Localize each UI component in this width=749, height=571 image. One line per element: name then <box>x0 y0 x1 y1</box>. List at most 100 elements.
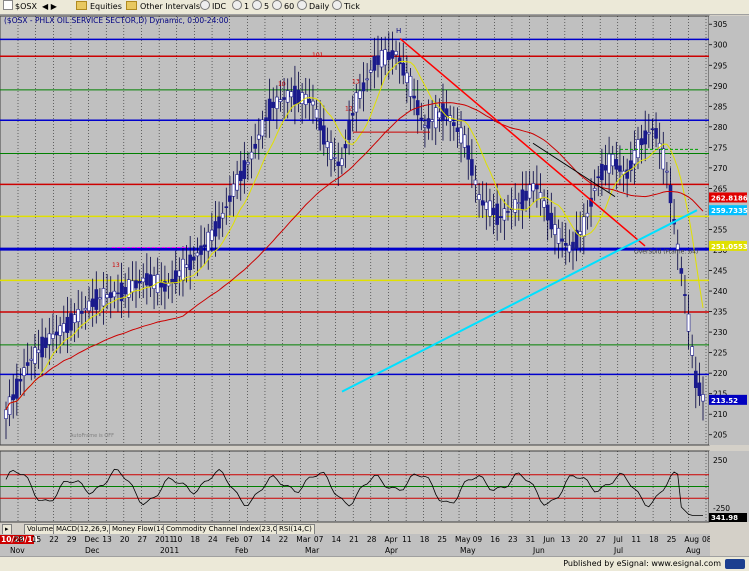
candle-body <box>535 184 539 190</box>
x-month-label: Feb <box>235 546 249 555</box>
candle-body <box>553 224 557 235</box>
x-tick-label: 07 <box>243 535 253 544</box>
indicator-tabs: ▸ Volume MACD(12,26,9,C) Money Flow(14) … <box>0 524 749 535</box>
x-month-label: Nov <box>10 546 25 555</box>
candle-body <box>545 204 550 221</box>
x-tick-label: Dec <box>85 535 100 544</box>
x-tick-label: May <box>455 535 471 544</box>
x-tick-label: 10 <box>173 535 183 544</box>
price-chart[interactable]: 13 13 101 12 10 OverSold (Frame: 64) AutoFrame… <box>0 14 749 524</box>
candle-body <box>379 50 384 68</box>
candle-body <box>43 337 48 348</box>
candle-body <box>488 200 492 217</box>
candle-body <box>332 157 337 159</box>
candle-body <box>191 256 196 261</box>
interval-tick[interactable]: Tick <box>332 0 360 14</box>
interval-daily[interactable]: Daily <box>297 0 329 14</box>
arrow-left-icon[interactable]: ◀ <box>42 2 48 11</box>
x-tick-label: 07 <box>314 535 324 544</box>
candle-body <box>40 336 44 358</box>
indicator-tick-label: -250 <box>713 504 730 513</box>
candle-body <box>112 290 117 298</box>
status-bar: Published by eSignal: www.esignal.com <box>0 556 749 571</box>
interval-icon <box>272 0 282 10</box>
candle-body <box>246 162 250 165</box>
y-tick-label: 240 <box>713 287 728 296</box>
other-intervals-menu[interactable]: Other Intervals <box>126 0 200 14</box>
nav-arrows[interactable]: ◀ ▶ <box>42 0 57 14</box>
x-tick-label: Jul <box>613 535 623 544</box>
candle-body <box>473 179 478 185</box>
candle-body <box>15 378 19 399</box>
sequential-count: 101 <box>312 52 324 59</box>
candle-body <box>249 151 254 160</box>
y-tick-label: 245 <box>713 267 728 276</box>
candle-body <box>224 206 229 209</box>
candle-body <box>177 270 182 277</box>
symbol-field[interactable]: $OSX <box>3 0 37 14</box>
candle-body <box>137 280 142 284</box>
date-axis: 10/29/1008 15 22 29 Dec 13 20 27 201110 18 24 Feb 07… <box>0 534 710 556</box>
candle-body <box>408 76 413 97</box>
candle-body <box>278 99 283 102</box>
y-tick-label: 230 <box>713 328 728 337</box>
interval-label: Tick <box>344 2 360 11</box>
candle-body <box>701 394 705 402</box>
candle-body <box>495 203 499 225</box>
x-tick-label: 14 <box>332 535 342 544</box>
candle-body <box>83 308 88 311</box>
interval-5[interactable]: 5 <box>252 0 269 14</box>
price-marker-label: 213.52 <box>711 397 738 405</box>
x-tick-label: 08 <box>14 535 24 544</box>
candle-body <box>520 189 525 211</box>
candle-body <box>340 158 344 166</box>
interval-60[interactable]: 60 <box>272 0 294 14</box>
other-intervals-label: Other Intervals <box>140 2 201 11</box>
candle-body <box>296 89 301 104</box>
candle-body <box>105 294 109 299</box>
x-tick-label: 13 <box>561 535 571 544</box>
candle-body <box>412 95 416 99</box>
candle-body <box>470 159 474 176</box>
equities-label: Equities <box>90 2 122 11</box>
candle-body <box>90 298 95 307</box>
candle-body <box>264 117 268 120</box>
folder-icon <box>126 1 137 10</box>
interval-1[interactable]: 1 <box>232 0 249 14</box>
candle-body <box>683 294 687 296</box>
candle-body <box>600 164 604 181</box>
candle-body <box>54 331 59 336</box>
candle-body <box>33 347 37 364</box>
arrow-right-icon[interactable]: ▶ <box>51 2 57 11</box>
price-marker-label: 259.7335 <box>711 207 748 215</box>
candle-body <box>592 188 597 191</box>
x-month-label: Jun <box>532 546 545 555</box>
candle-body <box>423 125 427 128</box>
x-tick-label: 20 <box>120 535 130 544</box>
x-tick-label: 23 <box>508 535 518 544</box>
indicator-tick-label: 250 <box>713 456 728 465</box>
candle-body <box>437 111 442 119</box>
candle-body <box>220 212 225 219</box>
interval-icon <box>297 0 307 10</box>
x-tick-label: 13 <box>102 535 112 544</box>
candle-body <box>238 170 243 182</box>
candle-body <box>134 280 138 289</box>
candle-body <box>647 132 651 135</box>
candle-body <box>116 292 120 295</box>
candle-body <box>325 141 330 148</box>
candle-body <box>289 91 294 98</box>
candle-body <box>65 316 70 333</box>
candle-body <box>426 118 431 129</box>
x-tick-label: 18 <box>190 535 200 544</box>
x-tick-label: 08 <box>702 535 710 544</box>
candle-body <box>173 270 178 285</box>
interval-idc[interactable]: IDC <box>200 0 226 14</box>
candle-body <box>61 323 66 333</box>
candle-body <box>549 212 554 230</box>
candle-body <box>430 119 434 122</box>
candle-body <box>643 130 648 145</box>
candle-body <box>365 78 369 81</box>
equities-menu[interactable]: Equities <box>76 0 122 14</box>
candle-body <box>123 287 127 295</box>
